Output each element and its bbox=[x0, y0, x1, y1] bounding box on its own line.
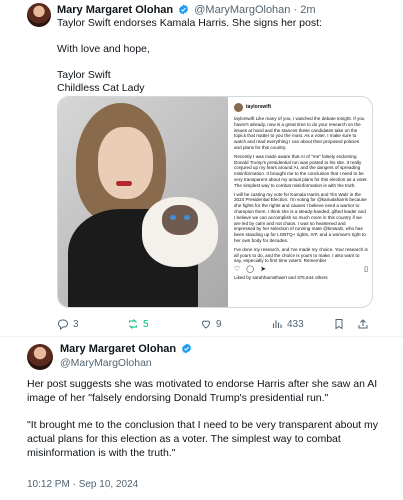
post-time[interactable]: 2m bbox=[300, 4, 315, 16]
photo-woman-with-cat bbox=[58, 97, 228, 307]
caption-paragraph: I've done my research, and I've made my … bbox=[234, 246, 368, 264]
tweet-header: Mary Margaret Olohan @MaryMargOlohan · 2… bbox=[57, 4, 316, 16]
avatar[interactable] bbox=[27, 3, 51, 27]
reply-icon bbox=[57, 319, 69, 330]
like-button[interactable]: 9 bbox=[200, 318, 222, 330]
tweet-text: Her post suggests she was motivated to e… bbox=[27, 377, 387, 460]
instagram-post-header: taylorswift bbox=[234, 103, 368, 112]
views-icon bbox=[272, 320, 282, 328]
tweet-main[interactable]: Mary Margaret Olohan @MaryMargOlohan Her… bbox=[0, 337, 403, 500]
photo-lips bbox=[116, 181, 132, 186]
verified-badge-icon bbox=[179, 4, 189, 15]
photo-face bbox=[98, 127, 153, 199]
photo-cat-eye bbox=[170, 215, 176, 220]
photo-cat-face bbox=[162, 205, 198, 235]
instagram-username: taylorswift bbox=[246, 103, 272, 110]
views-button[interactable]: 433 bbox=[271, 318, 304, 330]
tweet-line: With love and hope, bbox=[57, 43, 150, 55]
repost-icon bbox=[129, 319, 137, 329]
embedded-instagram-screenshot[interactable]: taylorswift taylorswift Like many of you… bbox=[57, 96, 373, 308]
share-icon bbox=[358, 319, 368, 329]
tweet-line: Taylor Swift endorses Kamala Harris. She… bbox=[57, 17, 322, 29]
repost-button[interactable]: 5 bbox=[127, 318, 149, 330]
author-name[interactable]: Mary Margaret Olohan bbox=[60, 343, 176, 355]
tweet-line: Childless Cat Lady bbox=[57, 82, 145, 94]
comment-icon: ◯ bbox=[246, 266, 255, 274]
bookmark-button[interactable] bbox=[333, 318, 345, 330]
tweet-text: Taylor Swift endorses Kamala Harris. She… bbox=[57, 17, 392, 95]
tweet-actions: 3 5 9 433 bbox=[57, 318, 387, 332]
send-icon: ➤ bbox=[260, 266, 266, 274]
tweet-paragraph: "It brought me to the conclusion that I … bbox=[27, 419, 379, 459]
tweet-line: Taylor Swift bbox=[57, 69, 111, 81]
separator: · bbox=[293, 4, 298, 16]
save-icon: ▯ bbox=[364, 266, 368, 274]
verified-badge-icon bbox=[182, 343, 192, 354]
instagram-liked-by: Liked by sarahhamsthaert and 376,644 oth… bbox=[234, 274, 328, 280]
like-count: 9 bbox=[216, 318, 222, 330]
instagram-avatar bbox=[234, 103, 243, 112]
avatar[interactable] bbox=[27, 344, 53, 370]
photo-cat-eye bbox=[184, 215, 190, 220]
author-name[interactable]: Mary Margaret Olohan bbox=[57, 4, 173, 16]
bookmark-icon bbox=[335, 319, 343, 330]
reply-button[interactable]: 3 bbox=[57, 318, 79, 330]
tweet-timestamp[interactable]: 10:12 PM · Sep 10, 2024 bbox=[27, 479, 138, 490]
instagram-caption: taylorswift Like many of you, I watched … bbox=[234, 116, 368, 264]
share-button[interactable] bbox=[357, 318, 369, 330]
like-icon bbox=[201, 320, 211, 329]
caption-paragraph: I will be casting my vote for Kamala Har… bbox=[234, 191, 367, 243]
tweet-header: Mary Margaret Olohan bbox=[60, 343, 194, 355]
author-handle[interactable]: @MaryMargOlohan bbox=[194, 4, 290, 16]
repost-count: 5 bbox=[143, 318, 149, 330]
instagram-icons: ♡ ◯ ➤ ▯ bbox=[234, 266, 368, 274]
tweet-quoted-post[interactable]: Mary Margaret Olohan @MaryMargOlohan · 2… bbox=[0, 0, 403, 337]
author-handle[interactable]: @MaryMargOlohan bbox=[60, 357, 152, 369]
caption-paragraph: taylorswift Like many of you, I watched … bbox=[234, 116, 365, 150]
views-count: 433 bbox=[287, 318, 304, 330]
tweet-paragraph: Her post suggests she was motivated to e… bbox=[27, 378, 378, 404]
instagram-post-panel: taylorswift taylorswift Like many of you… bbox=[228, 97, 372, 307]
caption-paragraph: Recently I was made aware that AI of "me… bbox=[234, 153, 368, 188]
heart-icon: ♡ bbox=[234, 266, 241, 274]
reply-count: 3 bbox=[73, 318, 79, 330]
